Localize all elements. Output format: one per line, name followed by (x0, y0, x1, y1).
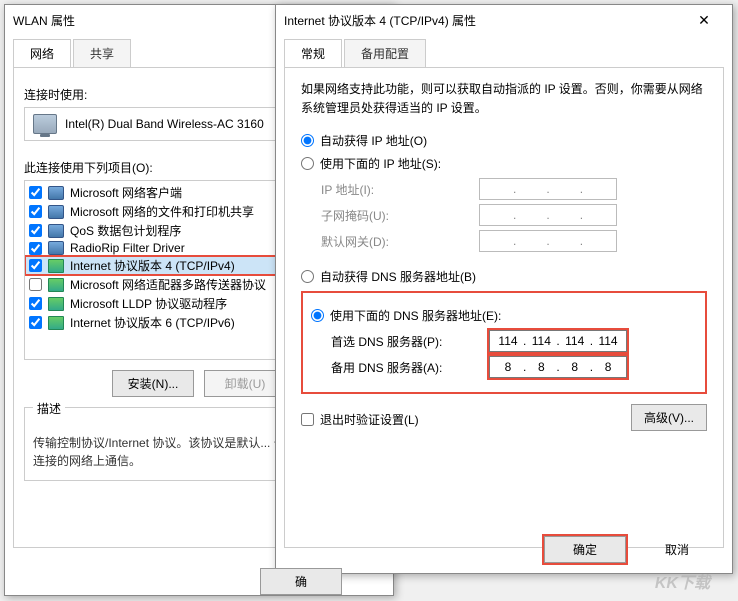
tab-network[interactable]: 网络 (13, 39, 71, 67)
ip-address-label: IP 地址(I): (321, 181, 471, 198)
item-label: QoS 数据包计划程序 (70, 222, 181, 239)
tab-alt-config[interactable]: 备用配置 (344, 39, 426, 67)
item-label: Internet 协议版本 4 (TCP/IPv4) (70, 257, 235, 274)
network-icon (48, 205, 64, 219)
alternate-dns-input[interactable]: 8. 8. 8. 8 (489, 356, 627, 378)
ip-address-input: ... (479, 178, 617, 200)
network-icon (48, 241, 64, 255)
validate-on-exit-label: 退出时验证设置(L) (320, 411, 419, 428)
tabs: 常规 备用配置 (284, 39, 724, 68)
item-label: RadioRip Filter Driver (70, 241, 185, 255)
titlebar[interactable]: Internet 协议版本 4 (TCP/IPv4) 属性 ✕ (276, 5, 732, 35)
network-icon (48, 224, 64, 238)
network-icon (48, 186, 64, 200)
item-checkbox[interactable] (29, 297, 42, 310)
manual-ip-label: 使用下面的 IP 地址(S): (320, 155, 441, 172)
ok-button[interactable]: 确定 (544, 536, 626, 563)
description-title: 描述 (33, 400, 65, 417)
item-checkbox[interactable] (29, 205, 42, 218)
left-ok-button-partial[interactable]: 确 (260, 568, 342, 595)
manual-dns-label: 使用下面的 DNS 服务器地址(E): (330, 307, 501, 324)
auto-ip-radio[interactable] (301, 134, 314, 147)
item-label: Microsoft 网络的文件和打印机共享 (70, 203, 254, 220)
item-checkbox[interactable] (29, 259, 42, 272)
advanced-button[interactable]: 高级(V)... (631, 404, 707, 431)
protocol-icon (48, 316, 64, 330)
install-button[interactable]: 安装(N)... (112, 370, 194, 397)
item-label: Microsoft LLDP 协议驱动程序 (70, 295, 227, 312)
cancel-button[interactable]: 取消 (636, 536, 718, 563)
uninstall-button: 卸载(U) (204, 370, 286, 397)
adapter-icon (33, 114, 57, 134)
close-icon[interactable]: ✕ (684, 12, 724, 29)
adapter-name: Intel(R) Dual Band Wireless-AC 3160 (65, 117, 264, 131)
preferred-dns-label: 首选 DNS 服务器(P): (331, 333, 481, 350)
item-checkbox[interactable] (29, 316, 42, 329)
item-label: Microsoft 网络适配器多路传送器协议 (70, 276, 266, 293)
auto-dns-radio[interactable] (301, 270, 314, 283)
protocol-icon (48, 259, 64, 273)
preferred-dns-input[interactable]: 114. 114. 114. 114 (489, 330, 627, 352)
gateway-input: ... (479, 230, 617, 252)
manual-dns-radio[interactable] (311, 309, 324, 322)
item-checkbox[interactable] (29, 242, 42, 255)
subnet-input: ... (479, 204, 617, 226)
item-label: Microsoft 网络客户端 (70, 184, 182, 201)
manual-dns-group: 使用下面的 DNS 服务器地址(E): 首选 DNS 服务器(P): 114. … (301, 291, 707, 394)
protocol-icon (48, 297, 64, 311)
tab-general[interactable]: 常规 (284, 39, 342, 67)
auto-ip-label: 自动获得 IP 地址(O) (320, 132, 427, 149)
tab-share[interactable]: 共享 (73, 39, 131, 67)
subnet-label: 子网掩码(U): (321, 207, 471, 224)
item-checkbox[interactable] (29, 224, 42, 237)
validate-on-exit-checkbox[interactable] (301, 413, 314, 426)
ipv4-properties-window: Internet 协议版本 4 (TCP/IPv4) 属性 ✕ 常规 备用配置 … (275, 4, 733, 574)
alternate-dns-label: 备用 DNS 服务器(A): (331, 359, 481, 376)
intro-text: 如果网络支持此功能，则可以获取自动指派的 IP 设置。否则，你需要从网络系统管理… (301, 80, 707, 118)
item-checkbox[interactable] (29, 278, 42, 291)
gateway-label: 默认网关(D): (321, 233, 471, 250)
item-label: Internet 协议版本 6 (TCP/IPv6) (70, 314, 235, 331)
protocol-icon (48, 278, 64, 292)
window-title: Internet 协议版本 4 (TCP/IPv4) 属性 (284, 12, 684, 29)
item-checkbox[interactable] (29, 186, 42, 199)
watermark-text: KK下载 (655, 569, 710, 593)
auto-dns-label: 自动获得 DNS 服务器地址(B) (320, 268, 476, 285)
manual-ip-radio[interactable] (301, 157, 314, 170)
